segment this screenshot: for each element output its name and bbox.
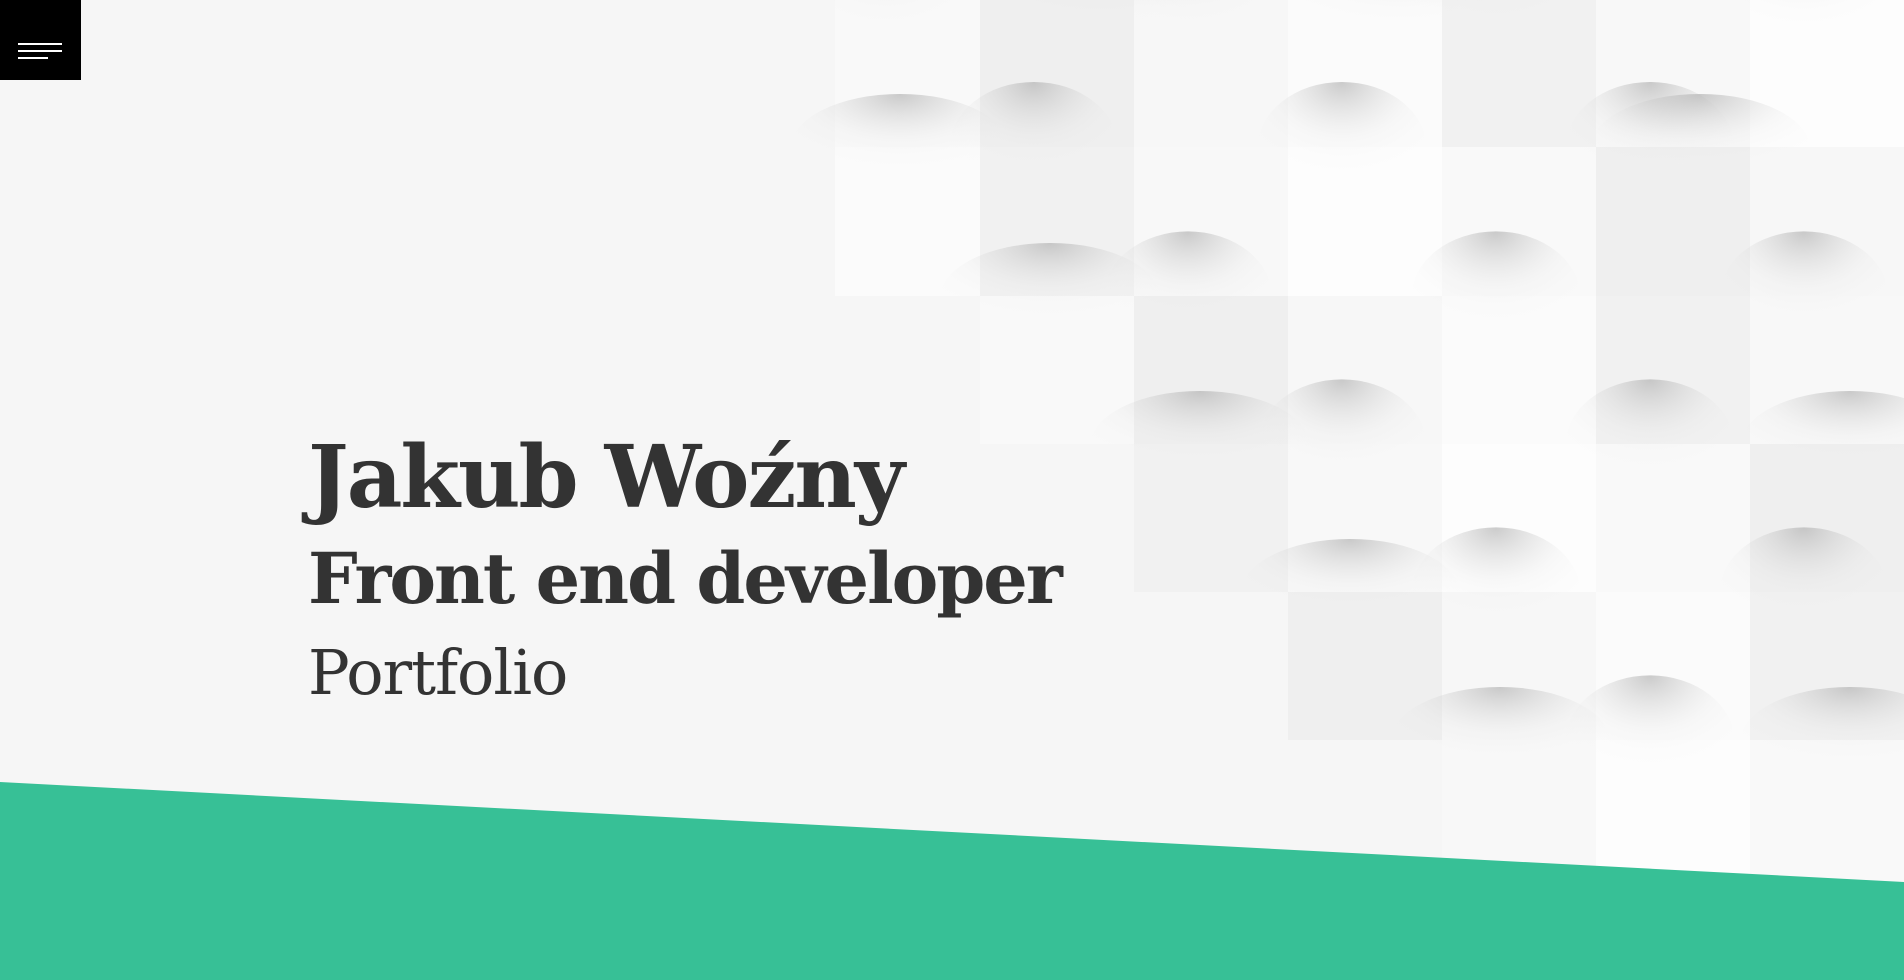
menu-button[interactable] bbox=[0, 0, 81, 80]
hamburger-icon-line bbox=[18, 57, 48, 59]
hamburger-icon bbox=[18, 43, 62, 45]
accent-band bbox=[0, 782, 1904, 980]
accent-band-shape bbox=[0, 782, 1904, 980]
hamburger-icon-line bbox=[18, 50, 62, 52]
hero-page: Jakub Woźny Front end developer Portfoli… bbox=[0, 0, 1904, 980]
